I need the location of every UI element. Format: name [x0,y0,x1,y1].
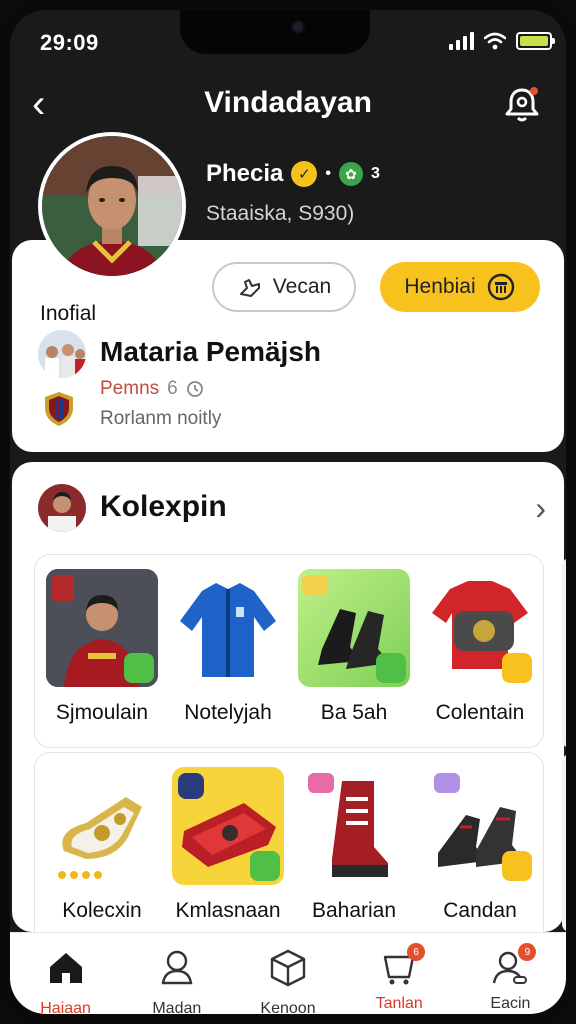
profile-avatar[interactable] [38,132,186,280]
battery-icon [516,32,555,50]
profile-subtitle: Staaiska, S930) [206,202,355,225]
badge-count: 3 [371,165,380,182]
home-icon [49,953,82,983]
box-icon [270,949,306,987]
tab-label: Tanlan [375,995,423,1012]
row-peek-edge [562,754,566,932]
collection-item[interactable]: Kmlasnaan [167,767,289,923]
collection-item-label: Sjmoulain [55,701,149,724]
collection-item[interactable]: Notelyjah [167,569,289,725]
red-wallet-icon [172,767,284,885]
collection-row-2: Kolecxin Kmlasnaan Baharian Candan [34,752,544,942]
camera-icon [291,20,305,34]
club-stat-value: 6 [167,378,178,399]
cart-icon-wrap: 6 [379,943,426,987]
wifi-icon [484,32,506,50]
primary-button[interactable]: Henbiai [380,262,540,312]
cart-badge: 6 [407,943,426,961]
tab-cart[interactable]: 6 Tanlan [344,933,455,1014]
collection-item[interactable]: Kolecxin [41,767,163,923]
primary-button-label: Henbiai [404,275,476,298]
outline-button[interactable]: Vecan [212,262,356,312]
collection-item[interactable]: Colentain [419,569,541,725]
account-icon-wrap: 9 [490,943,537,987]
collection-item[interactable]: Ba 5ah [293,569,415,725]
team-photo-icon [38,330,86,378]
status-icons [449,32,555,50]
official-label: Inofial [40,302,97,325]
collection-item-label: Candan [443,899,517,922]
trophy-icon [487,273,514,301]
profile-icon [161,950,193,985]
collection-photo-icon [38,484,86,532]
tab-box[interactable]: Kenoon [232,933,343,1017]
chevron-right-icon[interactable]: › [535,490,546,527]
collection-item[interactable]: Candan [419,767,541,923]
leaf-badge-icon: ✿ [339,162,363,186]
club-stat: Pemns 6 [100,378,204,400]
collection-card: Kolexpin › Sjmoulain Notelyjah Ba 5ah Co… [12,462,564,942]
collection-title: Kolexpin [100,490,227,523]
verified-badge-icon: ✓ [291,161,318,187]
jacket-icon [172,569,284,687]
camera-notch [180,10,370,54]
tab-label: Haiaan [40,1000,91,1017]
player-portrait-icon [42,136,182,276]
collection-item-label: Ba 5ah [320,701,388,724]
club-note: Rorlanm noitly [100,408,222,429]
club-crest-icon [45,392,73,426]
gold-boot-icon [46,767,158,885]
collection-item-label: Kolecxin [62,899,142,922]
top-header: ‹ Vindadayan [10,70,566,140]
team-avatar[interactable] [38,330,86,378]
collection-avatar [38,484,86,532]
tab-account[interactable]: 9 Eacin [455,933,566,1014]
collection-item-label: Baharian [311,899,397,922]
tab-home[interactable]: Haiaan [10,933,121,1017]
notification-bell-icon[interactable] [500,82,544,126]
tab-label: Eacin [490,995,531,1012]
collection-item-label: Kmlasnaan [175,899,281,922]
profile-name: Phecia [206,160,284,187]
page-title: Vindadayan [204,86,372,119]
row-peek-edge [562,558,566,748]
collection-item[interactable]: Baharian [293,767,415,923]
tab-profile[interactable]: Madan [121,933,232,1017]
hand-point-icon [239,279,260,297]
badge-separator: • [325,165,331,182]
profile-meta: Phecia ✓ • ✿ 3 Staaiska, S930) [206,160,380,226]
status-time: 29:09 [40,30,99,55]
club-stat-label: Pemns [100,378,160,399]
account-badge: 9 [518,943,537,961]
clock-icon [186,381,203,397]
dark-boot-icon [424,767,536,885]
red-boot-icon [298,767,410,885]
club-title: Mataria Pemäjsh [100,336,321,367]
player-card-icon [46,569,158,687]
collection-row-1: Sjmoulain Notelyjah Ba 5ah Colentain [34,554,544,748]
shirt-icon [424,569,536,687]
boots-icon [298,569,410,687]
signal-icon [449,32,474,50]
phone-frame: 29:09 ‹ Vindadayan Phecia ✓ • ✿ 3 Staais… [0,0,576,1024]
collection-item-label: Notelyjah [184,701,272,724]
tab-label: Madan [152,1000,202,1017]
collection-item[interactable]: Sjmoulain [41,569,163,725]
collection-item-label: Colentain [435,701,525,724]
tab-label: Kenoon [260,1000,316,1017]
bottom-tab-bar: Haiaan Madan Kenoon 6 Tanlan 9 Eacin [10,932,566,1017]
outline-button-label: Vecan [272,275,332,298]
